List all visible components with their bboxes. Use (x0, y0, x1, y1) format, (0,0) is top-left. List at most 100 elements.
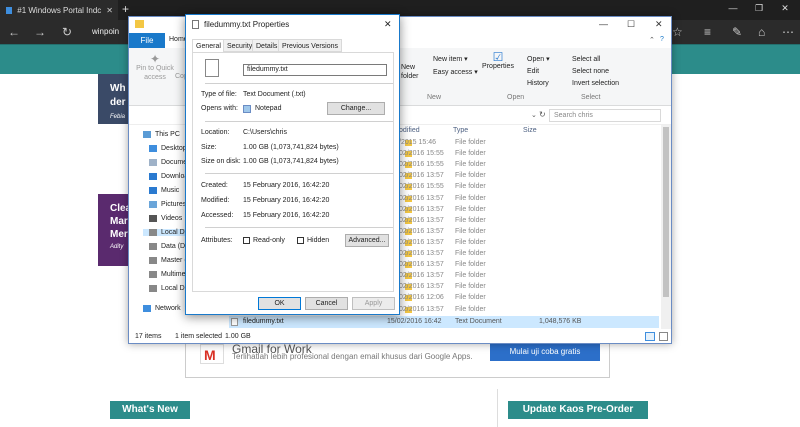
tab-general[interactable]: General (192, 39, 225, 53)
refresh-icon[interactable]: ↻ (62, 25, 72, 39)
invert-selection-button[interactable]: Invert selection (572, 79, 619, 88)
headline-fragment: Wh (110, 83, 126, 94)
properties-icon: ☑ (492, 50, 504, 64)
details-view-icon[interactable] (645, 332, 655, 341)
easy-access-button[interactable]: Easy access ▾ (433, 68, 478, 77)
row-type: File folder (455, 183, 486, 191)
advanced-button[interactable]: Advanced... (345, 234, 389, 247)
nav-music[interactable]: Music (149, 187, 179, 194)
tab-close-icon[interactable]: ✕ (106, 6, 113, 15)
row-date: 02/2016 13:57 (399, 172, 444, 180)
explorer-minimize-icon[interactable]: — (599, 19, 608, 29)
col-date-modified[interactable]: odified (399, 127, 420, 134)
created-value: 15 February 2016, 16:42:20 (243, 182, 330, 189)
open-button[interactable]: Open ▾ (527, 55, 550, 64)
nav-network[interactable]: Network (143, 305, 181, 312)
history-button[interactable]: History (527, 79, 549, 88)
select-all-button[interactable]: Select all (572, 55, 600, 64)
attributes-label: Attributes: (201, 237, 233, 244)
new-tab-button[interactable]: + (122, 2, 129, 16)
notepad-icon (243, 105, 251, 113)
change-button[interactable]: Change... (327, 102, 385, 115)
gmail-logo-icon: M (200, 344, 224, 364)
ok-button[interactable]: OK (258, 297, 301, 310)
pin-quick-access-button[interactable]: Pin to Quick access (135, 64, 175, 82)
maximize-button[interactable]: ❐ (748, 3, 770, 14)
favorite-star-icon[interactable]: ☆ (672, 25, 683, 39)
tab-details[interactable]: Details (252, 39, 282, 52)
row-type: File folder (455, 305, 486, 313)
minimize-button[interactable]: — (722, 3, 744, 13)
scrollbar-thumb[interactable] (663, 127, 669, 297)
close-window-button[interactable]: ✕ (774, 3, 796, 14)
pin-icon: ✦ (149, 52, 161, 66)
share-icon[interactable]: ⌂ (758, 25, 765, 39)
search-input[interactable]: Search chris (549, 109, 661, 122)
ribbon-group-open: Open (507, 94, 525, 101)
file-large-icon (205, 59, 219, 77)
status-bar: 17 items 1 item selected 1.00 GB (129, 330, 671, 344)
more-icon[interactable]: ⋯ (782, 25, 794, 39)
forward-icon[interactable]: → (34, 25, 46, 39)
featured-article-top[interactable]: Wh der Febia (98, 74, 128, 124)
nav-data-d[interactable]: Data (D:) (149, 243, 189, 250)
large-icons-view-icon[interactable] (659, 332, 668, 341)
kaos-heading[interactable]: Update Kaos Pre-Order (508, 401, 648, 419)
refresh-path-icon[interactable]: ↻ (539, 110, 546, 119)
documents-icon (149, 159, 157, 166)
row-date: 02/2016 13:57 (399, 227, 444, 235)
col-size[interactable]: Size (523, 127, 537, 134)
file-size: 1,048,576 KB (539, 318, 582, 325)
new-item-button[interactable]: New item ▾ (433, 55, 468, 64)
edit-button[interactable]: Edit (527, 67, 539, 76)
ad-cta-button[interactable]: Mulai uji coba gratis (490, 343, 600, 361)
size-on-disk-label: Size on disk: (201, 158, 241, 165)
help-icon[interactable]: ? (660, 36, 664, 43)
dialog-close-icon[interactable]: ✕ (384, 19, 392, 30)
headline-fragment: der (110, 97, 126, 108)
file-tab[interactable]: File (129, 33, 165, 48)
properties-button[interactable]: Properties (481, 62, 515, 71)
hidden-checkbox[interactable] (297, 237, 304, 244)
status-item-count: 17 items (135, 333, 162, 340)
browser-tab[interactable]: #1 Windows Portal Indc ✕ (0, 0, 118, 20)
nav-pictures[interactable]: Pictures (149, 201, 186, 208)
cancel-button[interactable]: Cancel (305, 297, 348, 310)
apply-button[interactable]: Apply (352, 297, 395, 310)
explorer-close-icon[interactable]: ✕ (655, 19, 663, 30)
back-icon[interactable]: ← (8, 25, 20, 39)
opens-with-label: Opens with: (201, 105, 238, 112)
row-date: 02/2016 13:57 (399, 272, 444, 280)
filename-input[interactable]: filedummy.txt (243, 64, 387, 76)
selected-file-row[interactable]: filedummy.txt 15/02/2016 16:42 Text Docu… (229, 316, 659, 328)
explorer-maximize-icon[interactable]: ☐ (627, 19, 635, 30)
drive-icon (149, 257, 157, 264)
hub-menu-icon[interactable]: ≡ (704, 25, 711, 39)
file-date: 15/02/2016 16:42 (387, 318, 442, 325)
pictures-icon (149, 201, 157, 208)
nav-this-pc[interactable]: This PC (143, 131, 180, 138)
row-type: File folder (455, 261, 486, 269)
nav-multimedia[interactable]: Multimed (149, 271, 189, 278)
ad-text: Terlihatlah lebih profesional dengan ema… (232, 352, 473, 361)
select-none-button[interactable]: Select none (572, 67, 609, 76)
featured-article-mid[interactable]: Clea Mar Mer Adity (98, 194, 131, 266)
created-label: Created: (201, 182, 228, 189)
dropdown-icon[interactable]: ⌄ (531, 111, 537, 119)
web-note-icon[interactable]: ✎ (732, 25, 742, 39)
row-date: 02/2016 13:57 (399, 216, 444, 224)
row-type: File folder (455, 150, 486, 158)
nav-desktop[interactable]: Desktop (149, 145, 187, 152)
file-list-scrollbar[interactable] (661, 125, 671, 329)
dialog-tabs: General Security Details Previous Versio… (192, 39, 392, 53)
ribbon-collapse-icon[interactable]: ⌃ (649, 36, 655, 44)
col-type[interactable]: Type (453, 127, 468, 134)
new-folder-button[interactable]: New folder (401, 63, 421, 81)
nav-videos[interactable]: Videos (149, 215, 182, 222)
tab-previous-versions[interactable]: Previous Versions (278, 39, 343, 52)
readonly-checkbox[interactable] (243, 237, 250, 244)
row-date: 02/2016 15:55 (399, 183, 444, 191)
status-selected: 1 item selected (175, 333, 223, 340)
headline-fragment: Mer (110, 229, 128, 240)
whats-new-heading[interactable]: What's New (110, 401, 190, 419)
